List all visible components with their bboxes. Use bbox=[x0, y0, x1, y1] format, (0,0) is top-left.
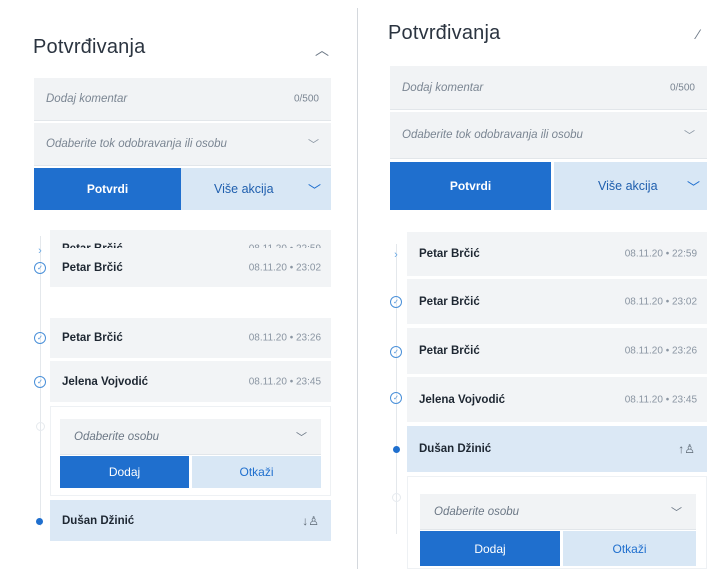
more-actions-button[interactable]: Više akcija ﹀ bbox=[554, 162, 707, 210]
more-actions-label: Više akcija bbox=[598, 179, 658, 193]
check-circle-icon: ✓ bbox=[34, 262, 46, 274]
approver-name: Dušan Džinić bbox=[419, 443, 492, 455]
approver-name: Petar Brčić bbox=[419, 295, 480, 308]
pending-approver-row[interactable]: Dušan Džinić ↓♙ bbox=[50, 500, 331, 542]
chevron-up-icon[interactable]: ︿ bbox=[315, 40, 329, 60]
approval-time: 08.11.20 • 22:59 bbox=[624, 248, 697, 260]
approver-name: Jelena Vojvodić bbox=[419, 393, 506, 406]
approval-row[interactable]: Petar Brčić 08.11.20 • 23:26 bbox=[407, 328, 707, 375]
approval-flow-select[interactable]: Odaberite tok odobravanja ili osobu ﹀ bbox=[34, 123, 331, 166]
approval-time: 08.11.20 • 23:26 bbox=[624, 345, 697, 357]
comment-placeholder: Dodaj komentar bbox=[402, 81, 484, 94]
person-select[interactable]: Odaberite osobu ﹀ bbox=[420, 494, 696, 530]
approval-time: 08.11.20 • 23:26 bbox=[248, 332, 321, 344]
empty-step-marker bbox=[36, 422, 45, 431]
approver-name: Dušan Džinić bbox=[62, 514, 135, 527]
approval-row[interactable]: Petar Brčić 08.11.20 • 22:59 bbox=[407, 232, 707, 277]
chevron-down-icon: ﹀ bbox=[296, 431, 307, 444]
current-step-dot bbox=[393, 446, 400, 453]
flow-select-placeholder: Odaberite tok odobravanja ili osobu bbox=[402, 129, 583, 141]
comment-field[interactable]: Dodaj komentar 0/500 bbox=[390, 66, 707, 110]
approval-time: 08.11.20 • 23:02 bbox=[248, 262, 321, 273]
confirm-button[interactable]: Potvrdi bbox=[34, 168, 181, 210]
chevron-right-icon[interactable]: › bbox=[390, 249, 402, 261]
approvals-panel-right: Potvrđivanja ⁄ Dodaj komentar 0/500 Odab… bbox=[360, 0, 707, 569]
person-select[interactable]: Odaberite osobu ﹀ bbox=[60, 419, 321, 455]
approval-row[interactable]: Jelena Vojvodić 08.11.20 • 23:45 bbox=[50, 361, 331, 403]
approval-time: 08.11.20 • 23:02 bbox=[624, 296, 697, 307]
approval-row[interactable]: Petar Brčić 08.11.20 • 23:02 bbox=[407, 279, 707, 325]
approval-time: 08.11.20 • 23:45 bbox=[248, 376, 321, 387]
add-button[interactable]: Dodaj bbox=[420, 531, 560, 566]
chevron-up-icon[interactable]: ⁄ bbox=[697, 26, 699, 42]
cancel-button[interactable]: Otkaži bbox=[192, 456, 321, 488]
check-circle-icon: ✓ bbox=[34, 332, 46, 344]
check-circle-icon: ✓ bbox=[390, 296, 402, 308]
chevron-down-icon: ﹀ bbox=[308, 182, 322, 198]
panel-title: Potvrđivanja bbox=[388, 22, 501, 44]
more-actions-button[interactable]: Više akcija ﹀ bbox=[181, 168, 331, 210]
approval-row[interactable]: Petar Brčić 08.11.20 • 23:26 bbox=[50, 318, 331, 359]
approval-flow-select[interactable]: Odaberite tok odobravanja ili osobu ﹀ bbox=[390, 112, 707, 159]
approver-name: Petar Brčić bbox=[419, 345, 480, 357]
approver-name: Petar Brčić bbox=[62, 332, 123, 344]
person-select-placeholder: Odaberite osobu bbox=[434, 505, 520, 518]
add-user-icon[interactable]: ↑♙ bbox=[678, 442, 695, 456]
chevron-down-icon: ﹀ bbox=[684, 130, 695, 142]
chevron-right-icon[interactable]: › bbox=[34, 245, 46, 257]
chevron-down-icon: ﹀ bbox=[687, 179, 701, 195]
chevron-down-icon: ﹀ bbox=[308, 139, 319, 151]
approver-name: Petar Brčić bbox=[62, 261, 123, 274]
approval-row[interactable]: Jelena Vojvodić 08.11.20 • 23:45 bbox=[407, 377, 707, 423]
comment-field[interactable]: Dodaj komentar 0/500 bbox=[34, 78, 331, 121]
comment-placeholder: Dodaj komentar bbox=[46, 93, 128, 105]
chevron-down-icon: ﹀ bbox=[671, 506, 682, 519]
current-step-dot bbox=[36, 518, 43, 525]
timeline-line bbox=[396, 244, 397, 534]
add-user-icon[interactable]: ↓♙ bbox=[302, 514, 319, 528]
empty-step-marker bbox=[392, 493, 401, 502]
flow-select-placeholder: Odaberite tok odobravanja ili osobu bbox=[46, 138, 227, 150]
cancel-button[interactable]: Otkaži bbox=[563, 531, 696, 566]
add-person-box: Odaberite osobu ﹀ Dodaj Otkaži bbox=[50, 406, 331, 496]
character-counter: 0/500 bbox=[293, 93, 319, 105]
person-select-placeholder: Odaberite osobu bbox=[74, 430, 160, 443]
approver-name: Jelena Vojvodić bbox=[62, 375, 149, 388]
approver-name: Petar Brčić bbox=[419, 248, 480, 260]
approvals-panel-left: Potvrđivanja ︿ Dodaj komentar 0/500 Odab… bbox=[0, 0, 357, 569]
approval-time: 08.11.20 • 23:45 bbox=[624, 394, 697, 405]
panel-divider bbox=[357, 8, 358, 569]
pending-approver-row[interactable]: Dušan Džinić ↑♙ bbox=[407, 426, 707, 473]
panel-title: Potvrđivanja bbox=[33, 36, 146, 58]
character-counter: 0/500 bbox=[669, 82, 695, 93]
check-circle-icon: ✓ bbox=[34, 376, 46, 388]
approval-row[interactable]: Petar Brčić 08.11.20 • 23:02 bbox=[50, 248, 331, 288]
check-circle-icon: ✓ bbox=[390, 346, 402, 358]
confirm-button[interactable]: Potvrdi bbox=[390, 162, 551, 210]
more-actions-label: Više akcija bbox=[214, 182, 274, 196]
check-circle-icon: ✓ bbox=[390, 392, 402, 404]
add-button[interactable]: Dodaj bbox=[60, 456, 189, 488]
add-person-box: Odaberite osobu ﹀ Dodaj Otkaži bbox=[407, 476, 707, 569]
